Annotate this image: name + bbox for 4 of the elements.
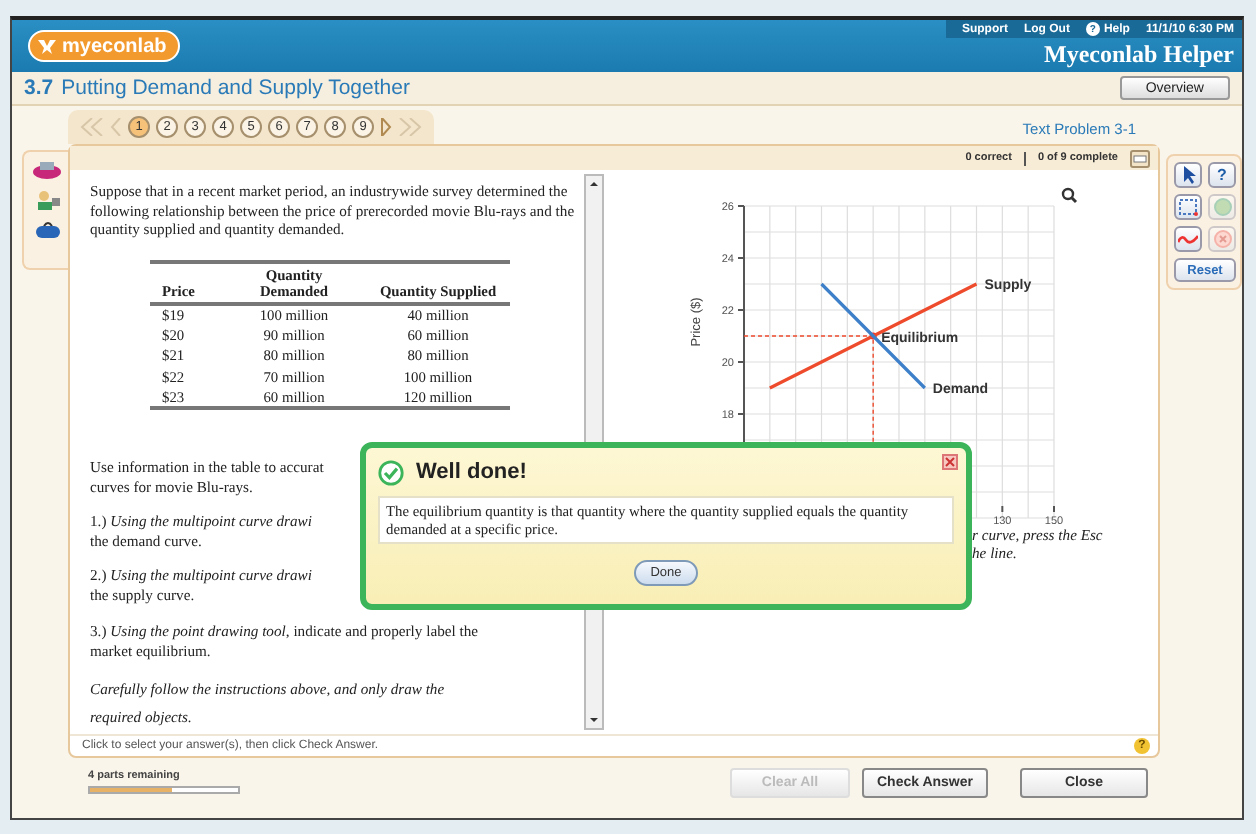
app-title: Myeconlab Helper [1044,38,1236,70]
section-title: 3.7 Putting Demand and Supply Together [24,76,410,100]
logo: myeconlab [28,30,181,62]
dialog-title: Well done! [416,460,527,484]
